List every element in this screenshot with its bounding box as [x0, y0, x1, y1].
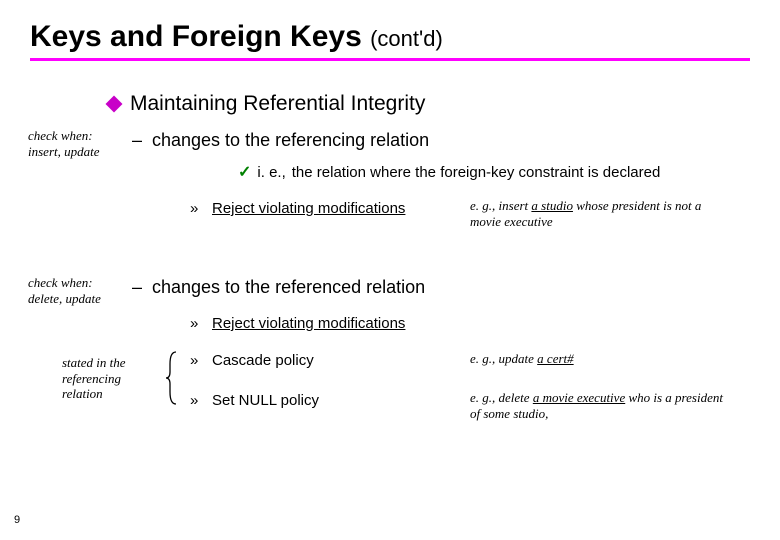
page-number: 9 — [14, 514, 20, 526]
section1-check-text: the relation where the foreign-key const… — [292, 164, 661, 181]
section2-sub2: » Cascade policy — [190, 352, 314, 369]
ex1-pre: insert — [499, 198, 532, 213]
section1-sub1: » Reject violating modifications — [190, 200, 405, 217]
brace-icon — [164, 350, 178, 406]
section2-sub3: » Set NULL policy — [190, 392, 319, 409]
guillemet-icon: » — [190, 315, 204, 332]
section1-check-line: ✓ i. e., the relation where the foreign-… — [238, 162, 660, 182]
dash-icon: – — [132, 277, 144, 298]
main-bullet: Maintaining Referential Integrity — [108, 92, 425, 116]
section2-sub2-text: Cascade policy — [212, 352, 314, 369]
section2-heading-text: changes to the referenced relation — [152, 277, 425, 298]
margin-note-3: stated in the referencing relation — [62, 355, 157, 402]
guillemet-icon: » — [190, 352, 204, 369]
eg-label: e. g., — [470, 198, 495, 213]
slide-title: Keys and Foreign Keys — [30, 20, 370, 53]
example-2: e. g., update a cert# — [470, 351, 720, 367]
section2-heading: – changes to the referenced relation — [132, 277, 425, 298]
section1-heading: – changes to the referencing relation — [132, 130, 429, 151]
slide: Keys and Foreign Keys (cont'd) Maintaini… — [0, 0, 780, 540]
section2-sub1: » Reject violating modifications — [190, 315, 405, 332]
section1-sub1-text: Reject violating modifications — [212, 200, 405, 217]
guillemet-icon: » — [190, 200, 204, 217]
ex2-underline: a cert# — [537, 351, 573, 366]
ex2-pre: update — [499, 351, 538, 366]
slide-title-suffix: (cont'd) — [370, 26, 443, 51]
main-topic-text: Maintaining Referential Integrity — [130, 92, 425, 116]
example-3: e. g., delete a movie executive who is a… — [470, 390, 730, 423]
section2-sub3-text: Set NULL policy — [212, 392, 319, 409]
margin-note-2: check when: delete, update — [28, 275, 123, 306]
diamond-icon — [106, 96, 123, 113]
ex3-pre: delete — [499, 390, 533, 405]
ex3-underline: a movie executive — [533, 390, 625, 405]
ex1-underline: a studio — [531, 198, 573, 213]
section1-check-prefix: i. e., — [257, 164, 285, 181]
title-block: Keys and Foreign Keys (cont'd) — [30, 20, 750, 61]
eg-label: e. g., — [470, 351, 495, 366]
example-1: e. g., insert a studio whose president i… — [470, 198, 720, 231]
eg-label: e. g., — [470, 390, 495, 405]
dash-icon: – — [132, 130, 144, 151]
guillemet-icon: » — [190, 392, 204, 409]
check-icon: ✓ — [238, 162, 251, 182]
margin-note-1: check when: insert, update — [28, 128, 123, 159]
section1-heading-text: changes to the referencing relation — [152, 130, 429, 151]
section2-sub1-text: Reject violating modifications — [212, 315, 405, 332]
